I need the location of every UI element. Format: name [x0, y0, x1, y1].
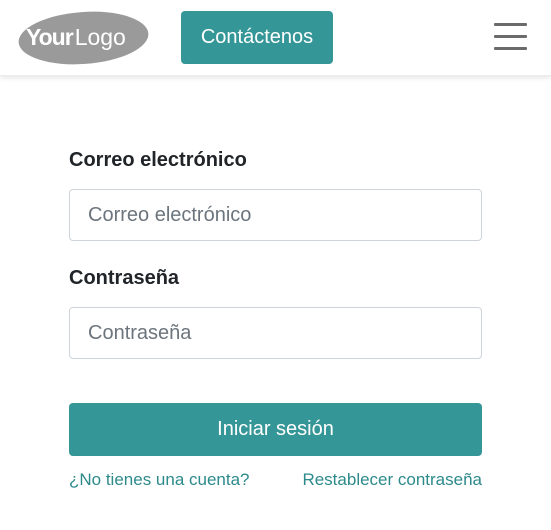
menu-bar — [494, 23, 527, 26]
email-label: Correo electrónico — [69, 149, 247, 171]
hamburger-menu-icon[interactable] — [489, 20, 533, 54]
password-label: Contraseña — [69, 267, 180, 289]
your-logo[interactable]: YourLogo — [18, 11, 149, 65]
menu-bar — [494, 47, 527, 50]
login-button[interactable]: Iniciar sesión — [69, 403, 482, 456]
signup-link[interactable]: ¿No tienes una cuenta? — [69, 470, 250, 490]
password-field[interactable] — [69, 307, 482, 359]
top-header: YourLogo Contáctenos — [0, 0, 551, 76]
email-field[interactable] — [69, 189, 482, 241]
logo-text-bold: Your — [26, 24, 74, 50]
menu-bar — [494, 35, 527, 38]
contact-button[interactable]: Contáctenos — [181, 11, 333, 64]
svg-text:YourLogo: YourLogo — [26, 24, 126, 50]
reset-password-link[interactable]: Restablecer contraseña — [302, 470, 482, 490]
logo-text-light: Logo — [75, 24, 126, 50]
